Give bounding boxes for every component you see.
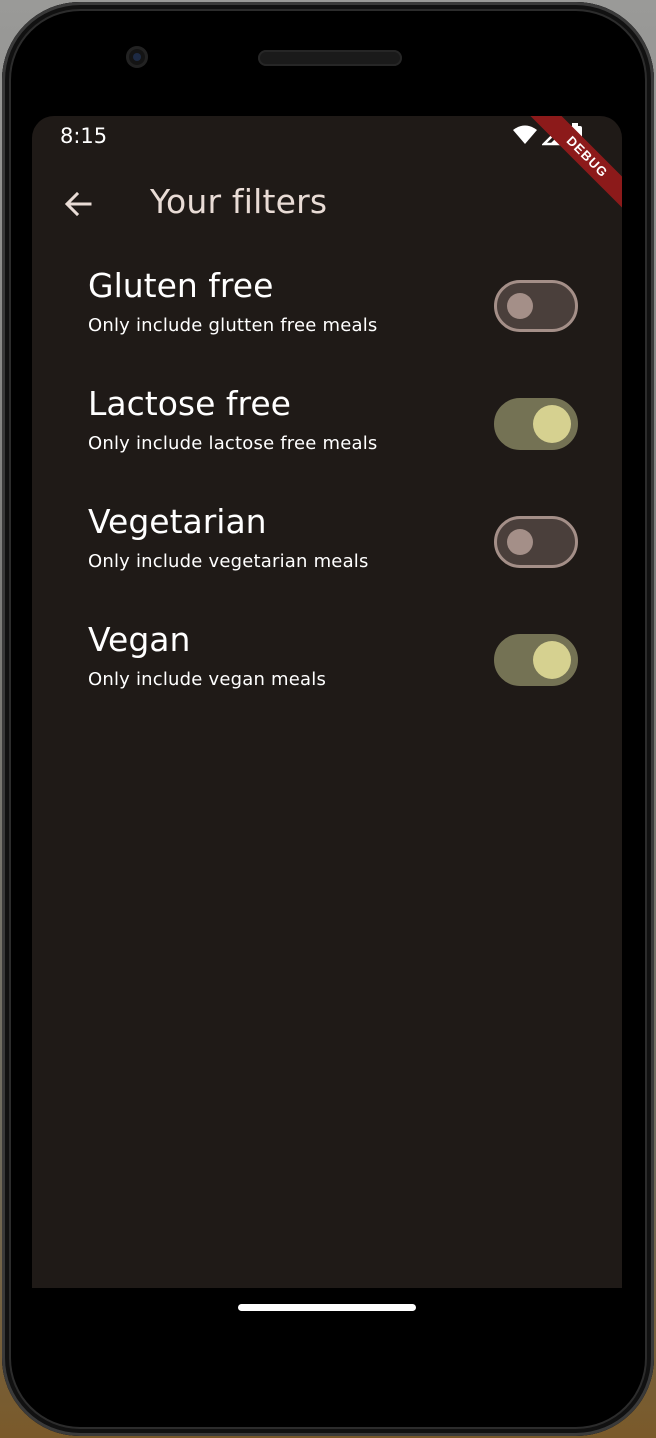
status-time: 8:15 (60, 124, 108, 148)
filter-title: Lactose free (88, 384, 291, 423)
arrow-left-icon (64, 191, 92, 217)
earpiece-speaker (258, 50, 402, 66)
wifi-icon (512, 124, 538, 151)
back-button[interactable] (52, 178, 104, 230)
lactose-free-switch[interactable] (494, 398, 578, 450)
filter-row-vegan[interactable]: Vegan Only include vegan meals (32, 600, 622, 718)
filter-title: Gluten free (88, 266, 274, 305)
system-nav-bar (32, 1288, 622, 1338)
filter-row-vegetarian[interactable]: Vegetarian Only include vegetarian meals (32, 482, 622, 600)
filter-subtitle: Only include glutten free meals (88, 315, 378, 336)
filter-subtitle: Only include vegetarian meals (88, 551, 369, 572)
front-camera (126, 46, 148, 68)
gluten-free-switch[interactable] (494, 280, 578, 332)
page-title: Your filters (150, 182, 328, 221)
app-bar: Your filters (32, 164, 622, 240)
vegan-switch[interactable] (494, 634, 578, 686)
filter-title: Vegan (88, 620, 191, 659)
switch-thumb (533, 405, 571, 443)
home-indicator[interactable] (238, 1304, 416, 1311)
filter-row-lactose-free[interactable]: Lactose free Only include lactose free m… (32, 364, 622, 482)
switch-thumb (507, 293, 533, 319)
app-screen: 8:15 DEBUG Your filters Gluten free Only… (32, 116, 622, 1288)
status-bar: 8:15 DEBUG (32, 116, 622, 218)
vegetarian-switch[interactable] (494, 516, 578, 568)
filter-subtitle: Only include vegan meals (88, 669, 327, 690)
filter-row-gluten-free[interactable]: Gluten free Only include glutten free me… (32, 246, 622, 364)
filter-title: Vegetarian (88, 502, 267, 541)
switch-thumb (507, 529, 533, 555)
filter-subtitle: Only include lactose free meals (88, 433, 378, 454)
filter-list: Gluten free Only include glutten free me… (32, 246, 622, 718)
switch-thumb (533, 641, 571, 679)
